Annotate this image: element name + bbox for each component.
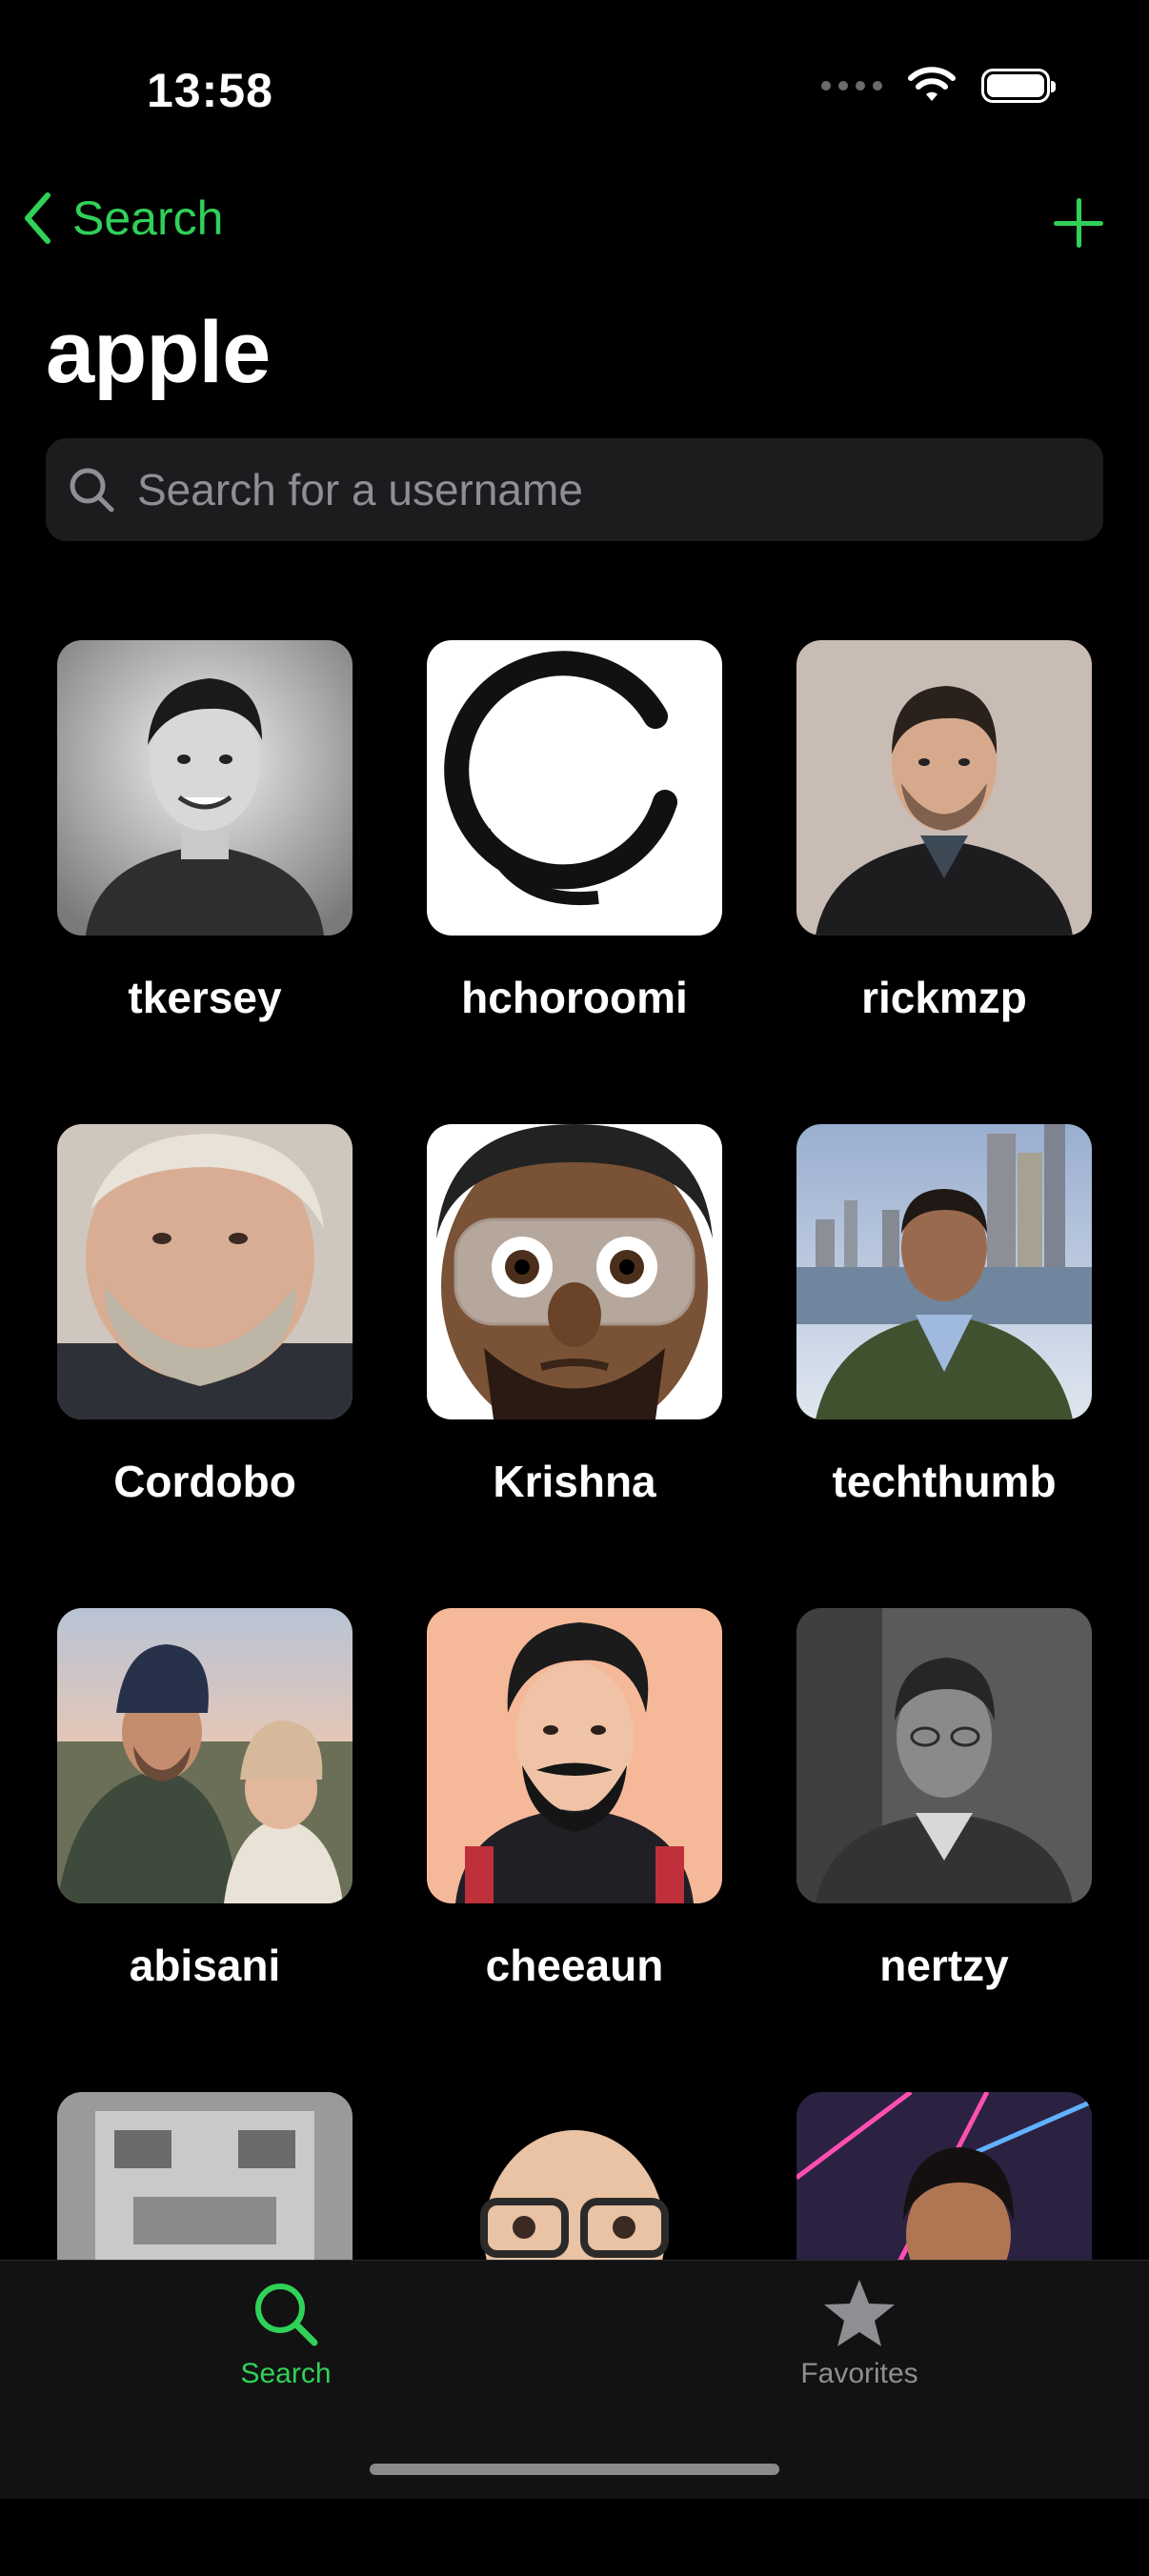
avatar[interactable]: [427, 640, 722, 936]
wifi-icon: [908, 67, 956, 101]
username: nertzy: [879, 1941, 1009, 1990]
avatar[interactable]: [57, 1124, 353, 1419]
user-card[interactable]: rickmzp: [796, 640, 1092, 1124]
username: abisani: [129, 1941, 281, 1990]
avatar[interactable]: [796, 640, 1092, 936]
user-card[interactable]: Cordobo: [57, 1124, 353, 1608]
back-button[interactable]: Search: [23, 191, 223, 246]
chevron-left-icon: [25, 192, 50, 244]
star-icon: [824, 2280, 895, 2346]
username: rickmzp: [861, 973, 1027, 1022]
tab-favorites-label: Favorites: [800, 2358, 918, 2389]
avatar[interactable]: [796, 1124, 1092, 1419]
cellular-signal-icon: [821, 81, 882, 91]
tab-favorites[interactable]: Favorites: [736, 2278, 983, 2390]
battery-icon: [981, 69, 1056, 103]
back-button-label: Search: [72, 191, 224, 245]
username: Krishna: [493, 1457, 656, 1506]
avatar[interactable]: [57, 640, 353, 936]
search-icon: [70, 468, 114, 513]
avatar[interactable]: [427, 1124, 722, 1419]
avatar[interactable]: [57, 1608, 353, 1903]
username: cheeaun: [485, 1941, 664, 1990]
home-indicator[interactable]: [370, 2464, 779, 2475]
user-card[interactable]: tkersey: [57, 640, 353, 1124]
page-title: apple: [46, 304, 271, 401]
tab-search[interactable]: Search: [162, 2278, 410, 2390]
username: tkersey: [128, 973, 282, 1022]
username: hchoroomi: [461, 973, 688, 1022]
user-card[interactable]: abisani: [57, 1608, 353, 2092]
status-icons: [821, 67, 1056, 105]
user-card[interactable]: nertzy: [796, 1608, 1092, 2092]
avatar[interactable]: [796, 1608, 1092, 1903]
user-card[interactable]: Krishna: [427, 1124, 722, 1608]
username: techthumb: [832, 1457, 1057, 1506]
tab-search-label: Search: [240, 2358, 332, 2389]
search-input[interactable]: [135, 463, 997, 516]
user-card[interactable]: hchoroomi: [427, 640, 722, 1124]
search-bar[interactable]: [46, 438, 1103, 541]
avatar[interactable]: [427, 1608, 722, 1903]
search-icon: [255, 2284, 318, 2346]
status-time: 13:58: [147, 64, 273, 117]
user-card[interactable]: cheeaun: [427, 1608, 722, 2092]
username: Cordobo: [113, 1457, 296, 1506]
user-card[interactable]: techthumb: [796, 1124, 1092, 1608]
add-button[interactable]: [1052, 196, 1105, 250]
